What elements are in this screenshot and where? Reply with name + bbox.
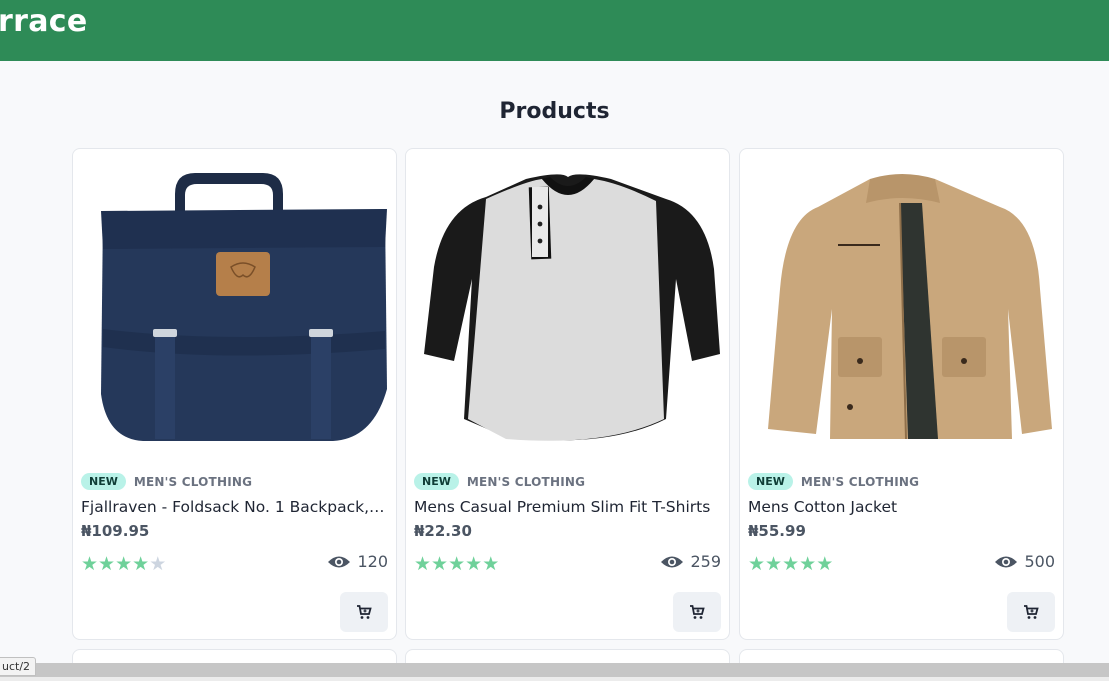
star-icon: ★ (816, 553, 834, 575)
bottom-strip (0, 677, 1109, 681)
rating-stars: ★ ★ ★ ★ ★ (414, 554, 499, 574)
star-icon: ★ (482, 553, 500, 575)
product-card[interactable]: NEW MEN'S CLOTHING Mens Cotton Jacket ₦5… (739, 148, 1064, 640)
product-price: ₦55.99 (748, 522, 806, 540)
rating-stars: ★ ★ ★ ★ ★ (81, 554, 166, 574)
view-count: 259 (660, 552, 721, 571)
horizontal-scrollbar[interactable] (0, 663, 1109, 677)
star-icon: ★ (748, 553, 766, 575)
eye-icon (995, 556, 1018, 567)
star-icon: ★ (115, 553, 133, 575)
star-icon: ★ (448, 553, 466, 575)
star-icon: ★ (414, 553, 432, 575)
add-to-cart-button[interactable] (1007, 592, 1055, 632)
product-image-jacket[interactable] (740, 149, 1063, 459)
star-icon: ★ (465, 553, 483, 575)
product-title[interactable]: Fjallraven - Foldsack No. 1 Backpack, Fi… (81, 498, 388, 516)
view-count: 120 (327, 552, 388, 571)
add-to-cart-button[interactable] (673, 592, 721, 632)
view-count-value: 120 (357, 552, 388, 571)
star-icon: ★ (98, 553, 116, 575)
brand-logo-text[interactable]: rrace (0, 4, 87, 39)
product-category: MEN'S CLOTHING (466, 474, 586, 489)
eye-icon (661, 556, 684, 567)
star-icon: ★ (81, 553, 99, 575)
new-badge: NEW (748, 473, 793, 490)
cart-icon (1024, 605, 1039, 619)
star-icon: ★ (431, 553, 449, 575)
product-title[interactable]: Mens Casual Premium Slim Fit T-Shirts (414, 498, 721, 516)
product-card[interactable]: NEW MEN'S CLOTHING Mens Casual Premium S… (405, 148, 730, 640)
star-icon: ★ (765, 553, 783, 575)
star-icon: ★ (782, 553, 800, 575)
star-icon: ★ (132, 553, 150, 575)
cart-icon (690, 605, 705, 619)
product-price: ₦109.95 (81, 522, 150, 540)
top-nav-bar: rrace (0, 0, 1109, 61)
new-badge: NEW (414, 473, 459, 490)
product-price: ₦22.30 (414, 522, 472, 540)
cart-icon (357, 605, 372, 619)
star-icon: ★ (149, 553, 167, 575)
product-category: MEN'S CLOTHING (133, 474, 253, 489)
product-image-backpack[interactable] (73, 149, 396, 459)
eye-icon (328, 556, 351, 567)
product-image-t-shirt[interactable] (406, 149, 729, 459)
product-category: MEN'S CLOTHING (800, 474, 920, 489)
product-card[interactable]: NEW MEN'S CLOTHING Fjallraven - Foldsack… (72, 148, 397, 640)
status-url-tooltip: uct/2 (0, 657, 37, 676)
new-badge: NEW (81, 473, 126, 490)
view-count: 500 (994, 552, 1055, 571)
star-icon: ★ (799, 553, 817, 575)
product-title[interactable]: Mens Cotton Jacket (748, 498, 1055, 516)
rating-stars: ★ ★ ★ ★ ★ (748, 554, 833, 574)
view-count-value: 259 (690, 552, 721, 571)
section-title: Products (499, 99, 610, 124)
view-count-value: 500 (1024, 552, 1055, 571)
add-to-cart-button[interactable] (340, 592, 388, 632)
